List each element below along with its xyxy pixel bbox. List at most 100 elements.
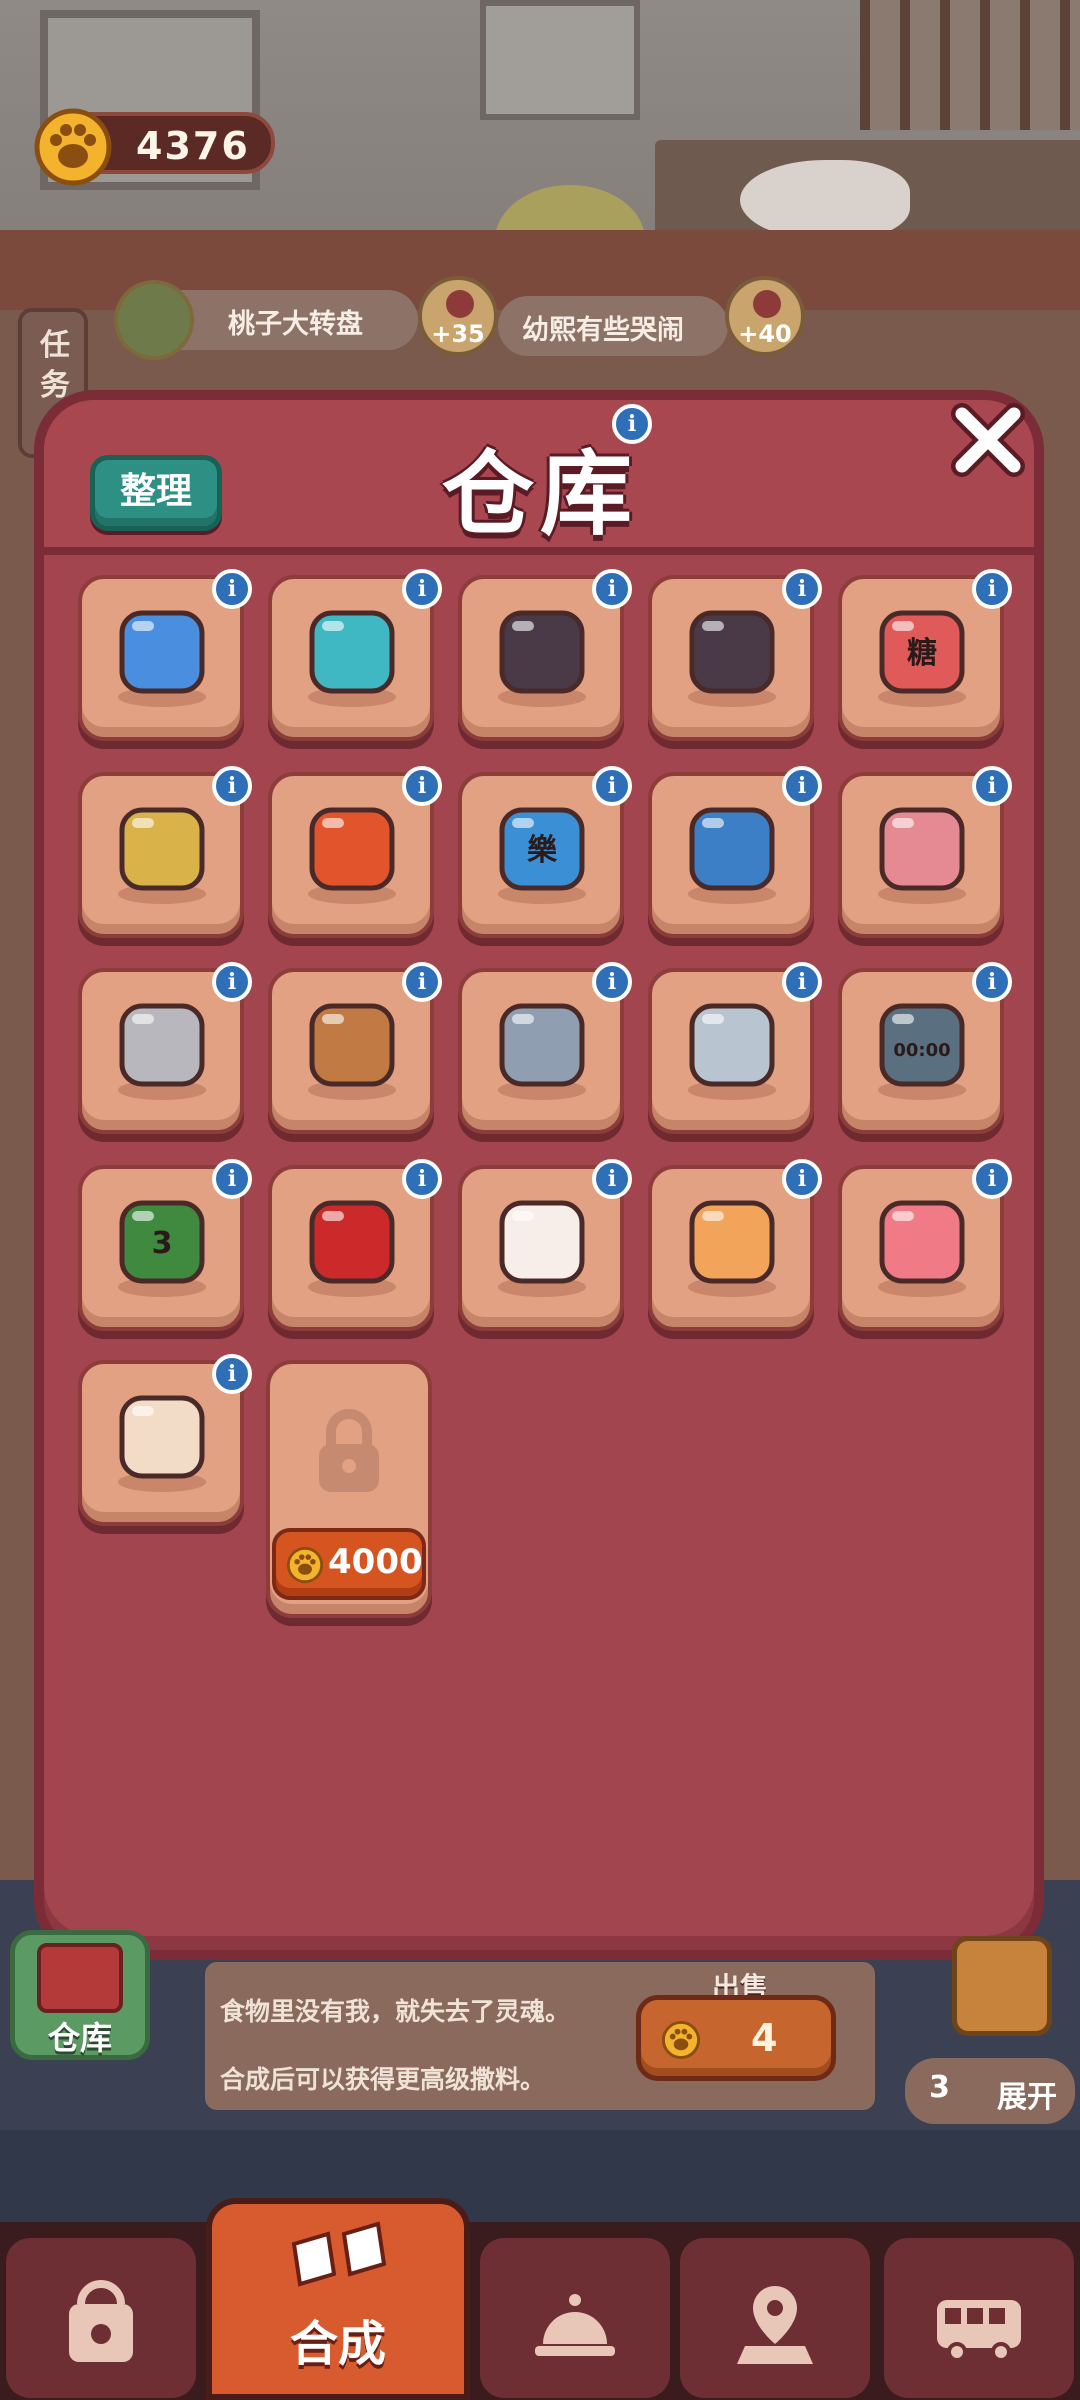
quest-item[interactable]: 幼熙有些哭闹 <box>498 296 728 356</box>
blue-crystals-icon <box>118 610 206 707</box>
coin-value: 4376 <box>136 124 250 168</box>
inventory-slot[interactable]: 3i <box>78 1159 252 1331</box>
item-info-button[interactable]: i <box>972 766 1012 806</box>
blue-bag-icon <box>688 807 776 904</box>
quest-title: 幼熙有些哭闹 <box>522 315 684 346</box>
info-icon: i <box>402 569 442 609</box>
sell-price: 4 <box>751 2016 778 2060</box>
reward-value: +40 <box>738 320 792 348</box>
expand-button[interactable]: 3 展开 <box>905 2058 1075 2124</box>
calendar-pages-icon: 3 <box>118 1200 206 1297</box>
sugarcane-sprout-icon <box>498 610 586 707</box>
item-info-button[interactable]: i <box>592 766 632 806</box>
close-icon[interactable] <box>948 400 1028 480</box>
nav-merge[interactable]: 合成 <box>206 2198 470 2400</box>
info-icon: i <box>782 1159 822 1199</box>
item-info-button[interactable]: i <box>402 962 442 1002</box>
item-info-button[interactable]: i <box>402 766 442 806</box>
item-info-button[interactable]: i <box>402 569 442 609</box>
nav-bag[interactable] <box>6 2238 196 2398</box>
expand-label: 展开 <box>997 2080 1057 2115</box>
info-icon: i <box>212 569 252 609</box>
warehouse-tab-button[interactable]: 仓库 <box>10 1930 150 2060</box>
info-icon: i <box>782 766 822 806</box>
info-icon: i <box>782 569 822 609</box>
item-label: 樂 <box>527 833 558 868</box>
title-info-button[interactable]: i <box>612 404 652 444</box>
item-info-button[interactable]: i <box>402 1159 442 1199</box>
info-icon: i <box>612 404 652 444</box>
info-icon: i <box>592 1159 632 1199</box>
expand-count: 3 <box>929 2070 950 2105</box>
paw-coin-icon <box>286 1546 324 1584</box>
digital-timer-icon: 00:00 <box>878 1003 966 1100</box>
inventory-slot[interactable]: i <box>268 1159 442 1331</box>
inventory-slot[interactable]: i <box>838 1159 1012 1331</box>
quest-item[interactable]: 桃子大转盘 <box>114 280 418 360</box>
warehouse-tab-label: 仓库 <box>47 2019 112 2057</box>
inventory-slot[interactable]: i <box>268 569 442 741</box>
item-info-button[interactable]: i <box>972 962 1012 1002</box>
info-icon: i <box>592 962 632 1002</box>
inventory-slot[interactable]: i <box>648 1159 822 1331</box>
item-info-button[interactable]: i <box>212 1354 252 1394</box>
unlock-slot-button[interactable]: 4000 <box>272 1528 426 1600</box>
nav-map[interactable] <box>680 2238 870 2398</box>
sort-button[interactable]: 整理 <box>90 455 222 531</box>
coin-counter: 4376 <box>34 108 275 186</box>
info-icon: i <box>972 1159 1012 1199</box>
inventory-slot[interactable]: i <box>458 1159 632 1331</box>
inventory-slot[interactable]: i <box>838 766 1012 938</box>
item-info-button[interactable]: i <box>212 569 252 609</box>
inventory-slot[interactable]: i <box>268 962 442 1134</box>
item-info-button[interactable]: i <box>592 962 632 1002</box>
inventory-slot[interactable]: 糖i <box>838 569 1012 741</box>
info-icon: i <box>782 962 822 1002</box>
item-info-button[interactable]: i <box>212 1159 252 1199</box>
inventory-slot[interactable]: i <box>78 1354 252 1526</box>
maple-wreath-icon <box>308 807 396 904</box>
item-info-button[interactable]: i <box>782 569 822 609</box>
item-info-button[interactable]: i <box>212 962 252 1002</box>
mushroom-icon <box>446 290 474 318</box>
item-info-button[interactable]: i <box>212 766 252 806</box>
item-info-button[interactable]: i <box>592 1159 632 1199</box>
nav-service[interactable] <box>480 2238 670 2398</box>
item-info-button[interactable]: i <box>782 1159 822 1199</box>
inventory-slot[interactable]: 樂i <box>458 766 632 938</box>
inventory-slot[interactable]: 00:00 i <box>838 962 1012 1134</box>
inventory-slot[interactable]: i <box>648 766 822 938</box>
item-label: 00:00 <box>893 1040 950 1061</box>
info-icon: i <box>212 962 252 1002</box>
bus-icon <box>937 2300 1021 2362</box>
info-icon: i <box>592 569 632 609</box>
nav-bus[interactable] <box>884 2238 1074 2398</box>
item-info-button[interactable]: i <box>972 569 1012 609</box>
inventory-slot[interactable]: i <box>458 569 632 741</box>
inventory-slot[interactable]: i <box>268 766 442 938</box>
inventory-slot[interactable]: i <box>78 569 252 741</box>
map-pin-icon <box>737 2286 813 2364</box>
item-info-button[interactable]: i <box>782 962 822 1002</box>
item-label: 3 <box>152 1226 173 1261</box>
treasure-chest-icon[interactable] <box>952 1936 1052 2036</box>
sell-button[interactable]: 4 <box>636 1995 836 2081</box>
mushroom-icon <box>753 290 781 318</box>
inventory-slot[interactable]: i <box>78 766 252 938</box>
info-icon: i <box>402 766 442 806</box>
inventory-slot[interactable]: i <box>648 569 822 741</box>
info-icon: i <box>212 766 252 806</box>
item-info-button[interactable]: i <box>592 569 632 609</box>
pendant-tag-icon: 樂 <box>498 807 586 904</box>
item-info-button[interactable]: i <box>782 766 822 806</box>
storage-box-icon <box>37 1943 123 2013</box>
sugarcane-leaves-icon <box>688 610 776 707</box>
inventory-slot[interactable]: i <box>458 962 632 1134</box>
pink-cooler-icon <box>878 1200 966 1297</box>
paw-coin-icon <box>661 2020 701 2060</box>
inventory-slot[interactable]: i <box>78 962 252 1134</box>
info-icon: i <box>972 766 1012 806</box>
item-info-button[interactable]: i <box>972 1159 1012 1199</box>
inventory-slot[interactable]: i <box>648 962 822 1134</box>
description-line: 食物里没有我，就失去了灵魂。 <box>220 1997 571 2026</box>
